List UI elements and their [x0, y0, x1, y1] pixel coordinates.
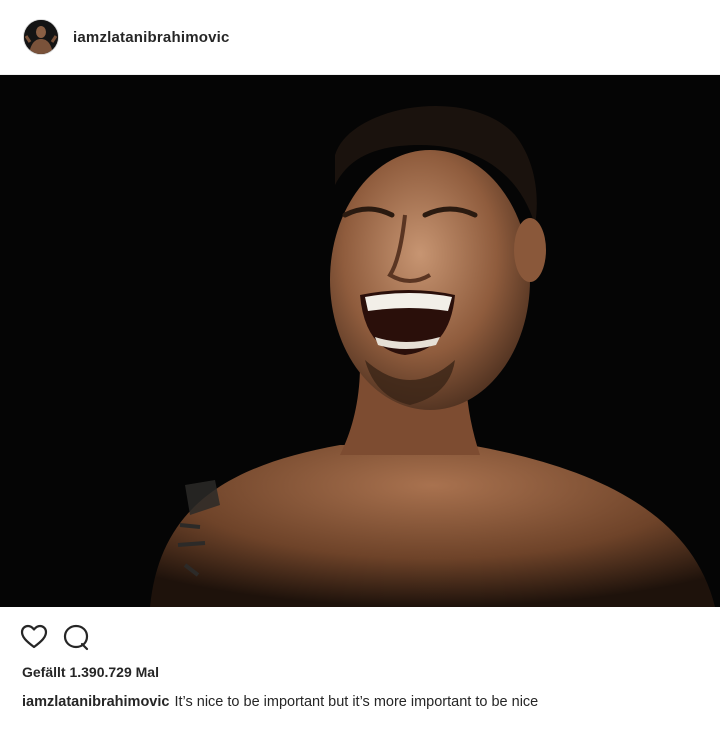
post-username[interactable]: iamzlatanibrahimovic — [73, 29, 230, 46]
avatar[interactable] — [23, 19, 59, 55]
post-photo[interactable] — [0, 75, 720, 607]
avatar-image — [24, 20, 58, 54]
post-header: iamzlatanibrahimovic — [0, 0, 720, 75]
caption-username[interactable]: iamzlatanibrahimovic — [22, 694, 169, 710]
post-actions — [20, 622, 90, 652]
post-caption: iamzlatanibrahimovic It’s nice to be impo… — [22, 694, 712, 710]
heart-icon[interactable] — [20, 623, 48, 651]
comment-icon[interactable] — [62, 623, 90, 651]
caption-text: It’s nice to be important but it’s more … — [174, 694, 539, 710]
likes-count[interactable]: Gefällt 1.390.729 Mal — [22, 664, 159, 680]
portrait-illustration — [0, 75, 720, 607]
